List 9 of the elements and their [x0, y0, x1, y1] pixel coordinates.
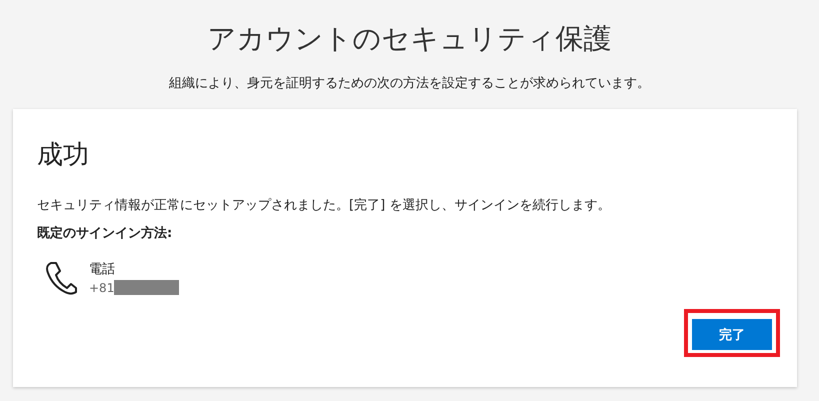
default-method-label: 既定のサインイン方法:	[37, 224, 174, 242]
page-title: アカウントのセキュリティ保護	[208, 21, 612, 57]
page-subtitle: 組織により、身元を証明するための次の方法を設定することが求められています。	[169, 75, 650, 92]
success-message: セキュリティ情報が正常にセットアップされました。[完了] を選択し、サインインを続行します。	[37, 197, 612, 214]
phone-icon	[45, 260, 77, 294]
done-button[interactable]: 完了	[692, 319, 772, 350]
card-title: 成功	[37, 139, 90, 171]
phone-number: +81	[89, 280, 114, 294]
method-name: 電話	[89, 261, 116, 278]
